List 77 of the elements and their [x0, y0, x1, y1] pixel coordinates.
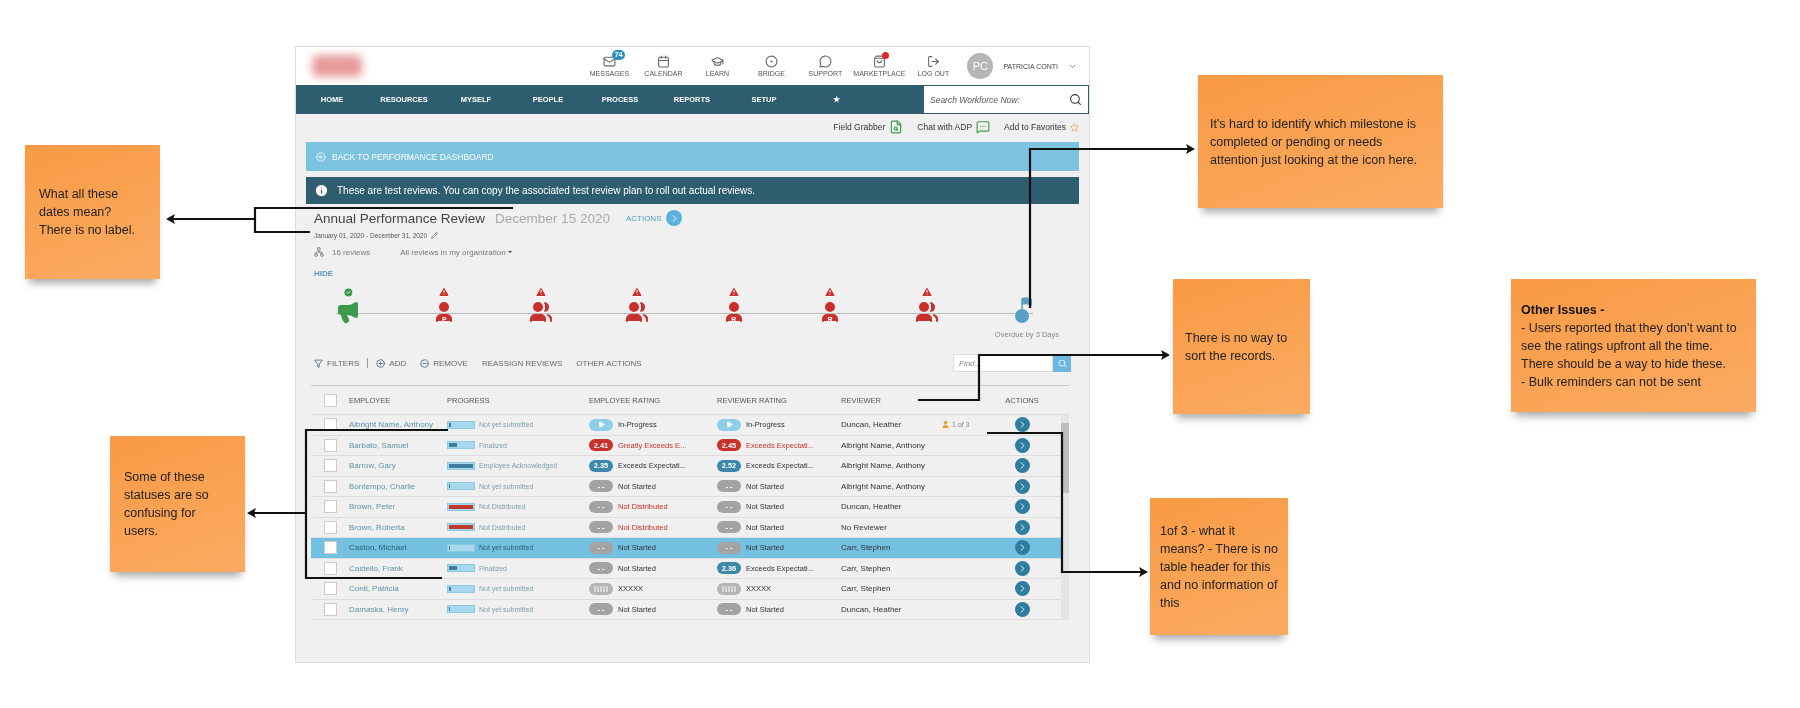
utility-link[interactable]: Add to Favorites	[1004, 122, 1079, 132]
utility-link[interactable]: Chat with ADP	[917, 120, 991, 134]
toolbar-action[interactable]: OTHER ACTIONS	[576, 358, 642, 368]
reviewer-name: Duncan, Heather	[841, 604, 903, 614]
row-checkbox[interactable]	[323, 541, 337, 555]
note-text: - Users reported that they don't want to see the ratings upfront all the time. There should be a way to hide these.	[1521, 319, 1738, 373]
shopping-bag-icon[interactable]	[872, 55, 886, 68]
note-text: There is no way to sort the records.	[1185, 329, 1289, 365]
stripes-icon	[722, 585, 736, 592]
note-text: What all these dates mean? There is no label.	[39, 186, 136, 239]
find-field[interactable]: Find...	[953, 354, 1053, 372]
employee-name[interactable]: Caston, Michael	[349, 543, 447, 553]
pencil-icon[interactable]	[431, 231, 439, 239]
reviewer-name: Albright Name, Anthony	[841, 481, 927, 491]
chevron-right-icon	[666, 210, 683, 226]
row-checkbox[interactable]	[323, 602, 337, 616]
row-checkbox[interactable]	[323, 438, 337, 452]
blurred-logo	[312, 55, 362, 77]
row-checkbox[interactable]	[323, 582, 337, 596]
reviewer-name: No Reviewer	[841, 522, 888, 532]
search-icon	[1057, 358, 1067, 368]
toolbar-action[interactable]: FILTERS	[314, 358, 360, 368]
row-checkbox[interactable]	[323, 479, 337, 493]
speech-bubble-icon[interactable]	[818, 55, 832, 68]
select-all-checkbox[interactable]	[323, 393, 337, 407]
hierarchy-icon	[314, 247, 324, 257]
scrollbar[interactable]	[1061, 415, 1069, 620]
row-checkbox[interactable]	[323, 459, 337, 473]
graduation-cap-icon[interactable]	[710, 55, 724, 68]
row-checkbox[interactable]	[323, 561, 337, 575]
reviewer-name: Carr, Stephen	[841, 584, 892, 594]
calendar-icon[interactable]	[656, 55, 670, 68]
reviewer-name: Duncan, Heather	[841, 420, 903, 430]
toolbar-action[interactable]: REASSIGN REVIEWS	[481, 358, 563, 368]
note-text: - Bulk reminders can not be sent	[1521, 373, 1702, 391]
toolbar-action[interactable]: ADD	[376, 358, 407, 368]
open-review-button[interactable]	[1014, 417, 1030, 433]
search-box[interactable]: Search Workforce Now:	[923, 85, 1089, 114]
info-text: These are test reviews. You can copy the associated test review plan to roll out actual reviews.	[337, 185, 755, 196]
chat-icon	[976, 120, 991, 134]
scroll-thumb[interactable]	[1061, 423, 1069, 493]
reviewer-name: Carr, Stephen	[841, 563, 892, 573]
toolbar-action[interactable]: REMOVE	[420, 358, 468, 368]
reviewer-name: Albright Name, Anthony	[841, 461, 927, 471]
note-text: It's hard to identify which milestone is completed or pending or needs attention just looking at the icon here.	[1210, 115, 1419, 169]
stripes-icon	[594, 585, 608, 592]
star-icon	[1070, 122, 1079, 132]
circle-icon[interactable]	[764, 55, 778, 68]
reviewer-name: Carr, Stephen	[841, 543, 892, 553]
info-icon	[314, 183, 329, 198]
note-text: 1of 3 - what it means? - There is no table header for this and no information of this	[1160, 522, 1278, 612]
reviewer-name: Albright Name, Anthony	[841, 440, 927, 450]
mail-icon[interactable]	[602, 55, 616, 68]
field-grabber-icon	[889, 120, 904, 134]
row-checkbox[interactable]	[323, 500, 337, 514]
person-icon	[941, 420, 950, 430]
row-checkbox[interactable]	[323, 520, 337, 534]
caret-icon	[505, 248, 514, 256]
review-date: December 15 2020	[495, 210, 610, 226]
play-icon	[597, 421, 605, 429]
review-title: Annual Performance Review	[314, 210, 486, 226]
review-count: 16 reviews	[332, 247, 371, 257]
utility-link[interactable]: Field Grabber	[833, 120, 904, 134]
play-icon	[725, 421, 733, 429]
plus-icon	[376, 358, 386, 368]
search-icon[interactable]	[1069, 93, 1082, 106]
note-text: Some of these statuses are so confusing for users.	[124, 469, 210, 540]
note-heading: Other Issues -	[1521, 301, 1606, 319]
group-icon[interactable]	[914, 300, 939, 324]
filter-icon	[314, 358, 323, 368]
group-icon[interactable]	[625, 300, 650, 324]
reviewer-name: Duncan, Heather	[841, 502, 903, 512]
group-icon[interactable]	[528, 300, 553, 324]
logout-icon[interactable]	[926, 55, 940, 68]
scope-dropdown[interactable]: All reviews in my organization	[400, 247, 514, 257]
megaphone-icon[interactable]	[336, 300, 360, 324]
minus-icon	[420, 358, 430, 368]
